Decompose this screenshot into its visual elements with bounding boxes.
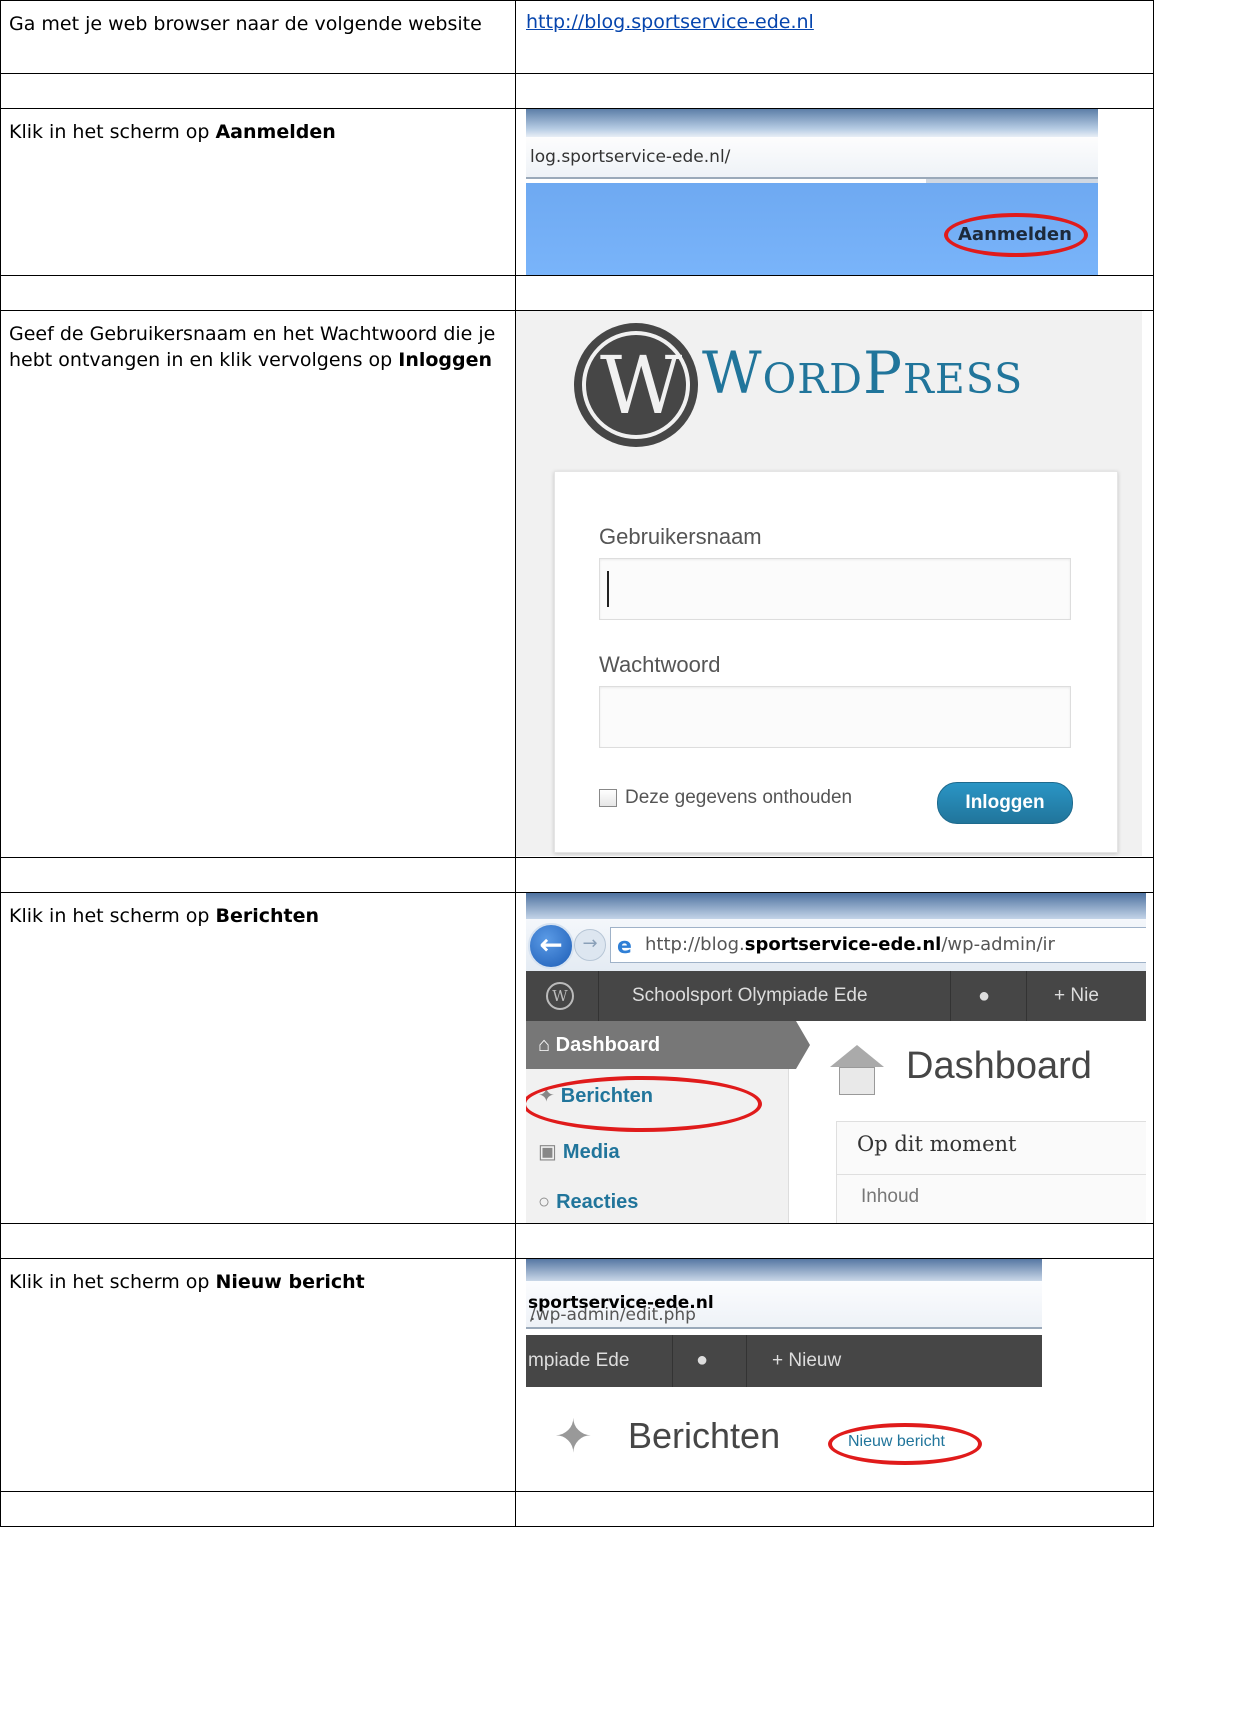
step-4-text: Klik in het scherm op — [9, 905, 216, 927]
browser-titlebar — [526, 893, 1146, 919]
wordpress-logo-icon: W — [574, 323, 698, 447]
username-field[interactable] — [599, 558, 1071, 620]
step-row-5: Klik in het scherm op Nieuw bericht . spo… — [0, 1258, 1154, 1492]
username-label: Gebruikersnaam — [599, 524, 762, 549]
step-3-bold: Inloggen — [398, 349, 493, 371]
browser-titlebar — [526, 1259, 1042, 1281]
site-name[interactable]: mpiade Ede — [528, 1350, 629, 1372]
login-form: Gebruikersnaam Wachtwoord Deze gegevens … — [554, 471, 1118, 853]
berichten-screenshot: . sportservice-ede.nl/wp-admin/edit.php m… — [526, 1259, 1042, 1491]
wordpress-login-screenshot: W WordPress Gebruikersnaam Wachtwoord De… — [516, 311, 1142, 856]
remember-me[interactable]: Deze gegevens onthouden — [599, 787, 852, 809]
admin-main: Dashboard Op dit moment Inhoud — [812, 1021, 1146, 1223]
password-label: Wachtwoord — [599, 652, 721, 677]
admin-sidebar: ⌂ Dashboard ✦ Berichten ▣ Media ○ Reacties — [526, 1021, 810, 1223]
address-bar: log.sportservice-ede.nl/ — [526, 137, 1098, 179]
forward-arrow-icon[interactable]: → — [574, 929, 606, 961]
step-5-bold: Nieuw bericht — [215, 1271, 365, 1293]
wordpress-icon[interactable]: W — [546, 982, 574, 1010]
wp-admin-bar: mpiade Ede ● + Nieuw — [526, 1335, 1042, 1387]
spacer-row — [0, 857, 1154, 893]
aanmelden-button[interactable]: Aanmelden — [958, 224, 1072, 245]
remember-checkbox[interactable] — [599, 789, 617, 807]
browser-titlebar — [526, 109, 1098, 137]
ie-browser-icon: e — [617, 934, 632, 959]
step-2-text: Klik in het scherm op — [9, 121, 216, 143]
step-2-screenshot-cell: log.sportservice-ede.nl/ Aanmelden — [515, 108, 1154, 276]
website-link[interactable]: http://blog.sportservice-ede.nl — [526, 11, 814, 33]
step-3-instruction: Geef de Gebruikersnaam en het Wachtwoord… — [0, 310, 516, 858]
step-1-link-cell: http://blog.sportservice-ede.nl — [515, 0, 1154, 74]
comment-bubble-icon[interactable]: ● — [696, 1349, 708, 1372]
url-prefix: http://blog. — [645, 934, 745, 955]
step-3-screenshot-cell: W WordPress Gebruikersnaam Wachtwoord De… — [515, 310, 1154, 858]
new-post-highlight: Nieuw bericht — [828, 1423, 982, 1465]
address-bar[interactable]: . sportservice-ede.nl/wp-admin/edit.php — [526, 1281, 1042, 1329]
new-menu[interactable]: + Nieuw — [772, 1350, 841, 1372]
comment-icon: ○ — [538, 1191, 551, 1213]
password-field[interactable] — [599, 686, 1071, 748]
back-arrow-icon[interactable]: ← — [528, 923, 574, 969]
pushpin-icon: ✦ — [554, 1409, 593, 1463]
sidebar-dashboard-label: Dashboard — [555, 1034, 661, 1056]
step-row-1: Ga met je web browser naar de volgende w… — [0, 0, 1154, 74]
new-post-button[interactable]: Nieuw bericht — [848, 1433, 945, 1451]
berichten-highlight — [526, 1076, 762, 1132]
spacer-row — [0, 73, 1154, 109]
step-5-instruction: Klik in het scherm op Nieuw bericht — [0, 1258, 516, 1492]
text-cursor — [607, 571, 609, 607]
sidebar-item-media[interactable]: ▣ Media — [538, 1139, 620, 1164]
remember-label: Deze gegevens onthouden — [625, 787, 853, 808]
address-text: log.sportservice-ede.nl/ — [530, 147, 731, 167]
aanmelden-highlight: Aanmelden — [944, 213, 1088, 257]
step-5-text: Klik in het scherm op — [9, 1271, 216, 1293]
widget-row: Inhoud — [861, 1186, 920, 1207]
dashboard-screenshot: ← → e http://blog.sportservice-ede.nl/wp-… — [526, 893, 1146, 1223]
url-bar[interactable]: e http://blog.sportservice-ede.nl/wp-admi… — [610, 927, 1146, 963]
new-menu[interactable]: + Nie — [1054, 985, 1099, 1007]
step-4-instruction: Klik in het scherm op Berichten — [0, 892, 516, 1224]
step-1-instruction: Ga met je web browser naar de volgende w… — [0, 0, 516, 74]
step-5-screenshot-cell: . sportservice-ede.nl/wp-admin/edit.php m… — [515, 1258, 1154, 1492]
step-4-screenshot-cell: ← → e http://blog.sportservice-ede.nl/wp-… — [515, 892, 1154, 1224]
step-row-4: Klik in het scherm op Berichten ← → e htt… — [0, 892, 1154, 1224]
step-4-bold: Berichten — [215, 905, 320, 927]
steps-table: Ga met je web browser naar de volgende w… — [0, 0, 1154, 1527]
comment-bubble-icon[interactable]: ● — [978, 985, 990, 1008]
login-button[interactable]: Inloggen — [937, 782, 1073, 824]
widget-title: Op dit moment — [857, 1132, 1017, 1156]
aanmelden-screenshot: log.sportservice-ede.nl/ Aanmelden — [526, 109, 1098, 275]
home-icon: ⌂ — [538, 1034, 551, 1056]
spacer-row — [0, 275, 1154, 311]
at-a-glance-widget: Op dit moment Inhoud — [836, 1121, 1146, 1223]
url-suffix: /wp-admin/edit.php — [530, 1305, 696, 1325]
step-2-bold: Aanmelden — [215, 121, 336, 143]
site-name[interactable]: Schoolsport Olympiade Ede — [632, 985, 868, 1007]
page-title: Dashboard — [906, 1045, 1092, 1087]
page-title: Berichten — [628, 1415, 781, 1456]
wordpress-wordmark: WordPress — [702, 339, 1024, 407]
step-row-3: Geef de Gebruikersnaam en het Wachtwoord… — [0, 310, 1154, 858]
spacer-row — [0, 1223, 1154, 1259]
instruction-document: Ga met je web browser naar de volgende w… — [0, 0, 1154, 1527]
media-icon: ▣ — [538, 1141, 557, 1163]
browser-navbar: ← → e http://blog.sportservice-ede.nl/wp-… — [526, 919, 1146, 971]
url-domain: sportservice-ede.nl — [744, 934, 942, 955]
spacer-row — [0, 1491, 1154, 1527]
step-row-2: Klik in het scherm op Aanmelden log.spor… — [0, 108, 1154, 276]
sidebar-reacties-label: Reacties — [556, 1191, 639, 1213]
step-1-text: Ga met je web browser naar de volgende w… — [9, 13, 482, 35]
wp-admin-bar: W Schoolsport Olympiade Ede ● + Nie — [526, 971, 1146, 1021]
step-2-instruction: Klik in het scherm op Aanmelden — [0, 108, 516, 276]
url-suffix: /wp-admin/ir — [941, 934, 1055, 955]
sidebar-media-label: Media — [562, 1141, 620, 1163]
dashboard-house-icon — [830, 1045, 884, 1095]
sidebar-item-dashboard[interactable]: ⌂ Dashboard — [526, 1021, 810, 1069]
sidebar-item-reacties[interactable]: ○ Reacties — [538, 1191, 638, 1214]
